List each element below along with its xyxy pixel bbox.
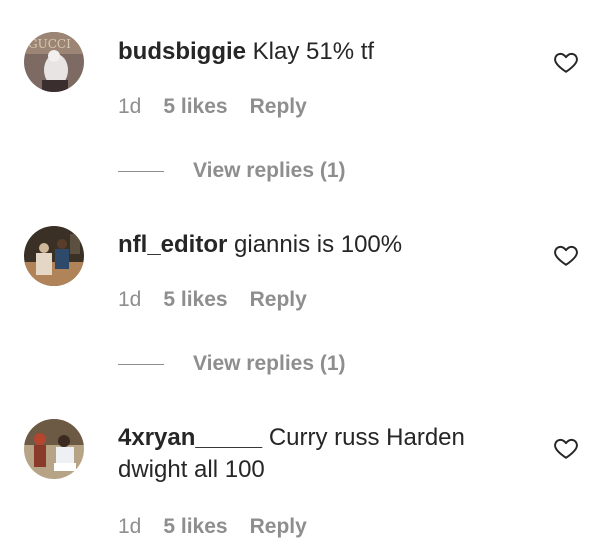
comment-meta: 1d 5 likes Reply [118, 284, 307, 316]
comment-body: Klay 51% tf [252, 38, 375, 65]
likes-count[interactable]: 5 likes [163, 284, 227, 316]
avatar[interactable]: GUCCI [24, 32, 84, 92]
comment-username[interactable]: nfl_editor [118, 231, 227, 258]
view-replies[interactable]: View replies (1) [118, 155, 346, 187]
heart-icon[interactable] [553, 435, 579, 461]
comment-text: budsbiggie Klay 51% tf [118, 36, 518, 68]
divider [118, 170, 164, 172]
view-replies[interactable]: View replies (1) [118, 348, 346, 380]
divider [118, 363, 164, 365]
avatar[interactable] [24, 226, 84, 286]
comment-age: 1d [118, 95, 142, 118]
comment-meta: 1d 5 likes Reply [118, 511, 307, 543]
comment-age: 1d [118, 288, 142, 311]
reply-button[interactable]: Reply [250, 511, 307, 543]
view-replies-button[interactable]: View replies (1) [193, 352, 346, 376]
comment-body: giannis is 100% [234, 231, 403, 258]
comment-text: 4xryan_____ Curry russ Harden dwight all… [118, 422, 518, 486]
heart-icon[interactable] [553, 49, 579, 75]
likes-count[interactable]: 5 likes [163, 91, 227, 123]
svg-text:GUCCI: GUCCI [28, 37, 71, 51]
comment-username[interactable]: 4xryan_____ [118, 424, 262, 451]
likes-count[interactable]: 5 likes [163, 511, 227, 543]
reply-button[interactable]: Reply [250, 284, 307, 316]
comment-username[interactable]: budsbiggie [118, 38, 246, 65]
reply-button[interactable]: Reply [250, 91, 307, 123]
view-replies-button[interactable]: View replies (1) [193, 159, 346, 183]
avatar[interactable] [24, 419, 84, 479]
comment-text: nfl_editor giannis is 100% [118, 229, 518, 261]
comment-meta: 1d 5 likes Reply [118, 91, 307, 123]
heart-icon[interactable] [553, 242, 579, 268]
comment-age: 1d [118, 515, 142, 538]
